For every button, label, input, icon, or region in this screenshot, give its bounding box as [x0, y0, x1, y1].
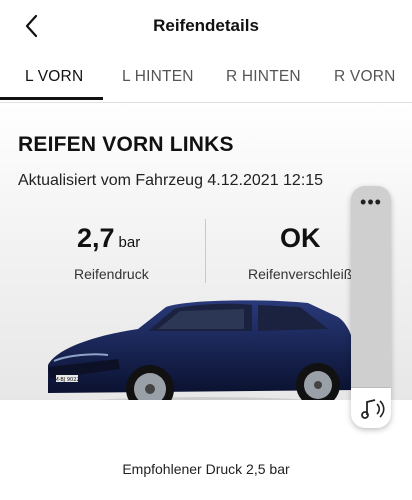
pressure-unit: bar — [118, 234, 141, 251]
tab-l-hinten[interactable]: L HINTEN — [122, 68, 194, 86]
music-note-icon — [361, 399, 385, 419]
more-dots-icon[interactable]: ••• — [351, 193, 391, 211]
tab-r-vorn[interactable]: R VORN — [334, 68, 395, 86]
car-image: M-BJ 9022 — [48, 300, 356, 400]
tab-r-hinten[interactable]: R HINTEN — [226, 68, 301, 86]
pressure-value: 2,7 — [77, 223, 115, 253]
metric-divider — [205, 219, 206, 283]
tire-heading: REIFEN VORN LINKS — [18, 133, 234, 156]
tab-bar: L VORN L HINTEN R HINTEN R VORN — [0, 52, 412, 103]
recommended-pressure: Empfohlener Druck 2,5 bar — [122, 461, 290, 477]
wear-value: OK — [280, 223, 321, 253]
header: Reifendetails — [0, 0, 412, 52]
tab-l-vorn[interactable]: L VORN — [25, 68, 83, 86]
page-title: Reifendetails — [153, 16, 259, 35]
side-panel[interactable]: ••• — [351, 186, 391, 428]
pressure-label: Reifendruck — [74, 266, 149, 282]
update-timestamp: Aktualisiert vom Fahrzeug 4.12.2021 12:1… — [18, 172, 324, 189]
license-plate: M-BJ 9022 — [54, 377, 79, 383]
active-tab-indicator — [0, 97, 103, 100]
wear-label: Reifenverschleiß — [248, 266, 353, 282]
music-button[interactable] — [351, 387, 391, 428]
pressure-value-group: 2,7 bar — [77, 223, 140, 254]
